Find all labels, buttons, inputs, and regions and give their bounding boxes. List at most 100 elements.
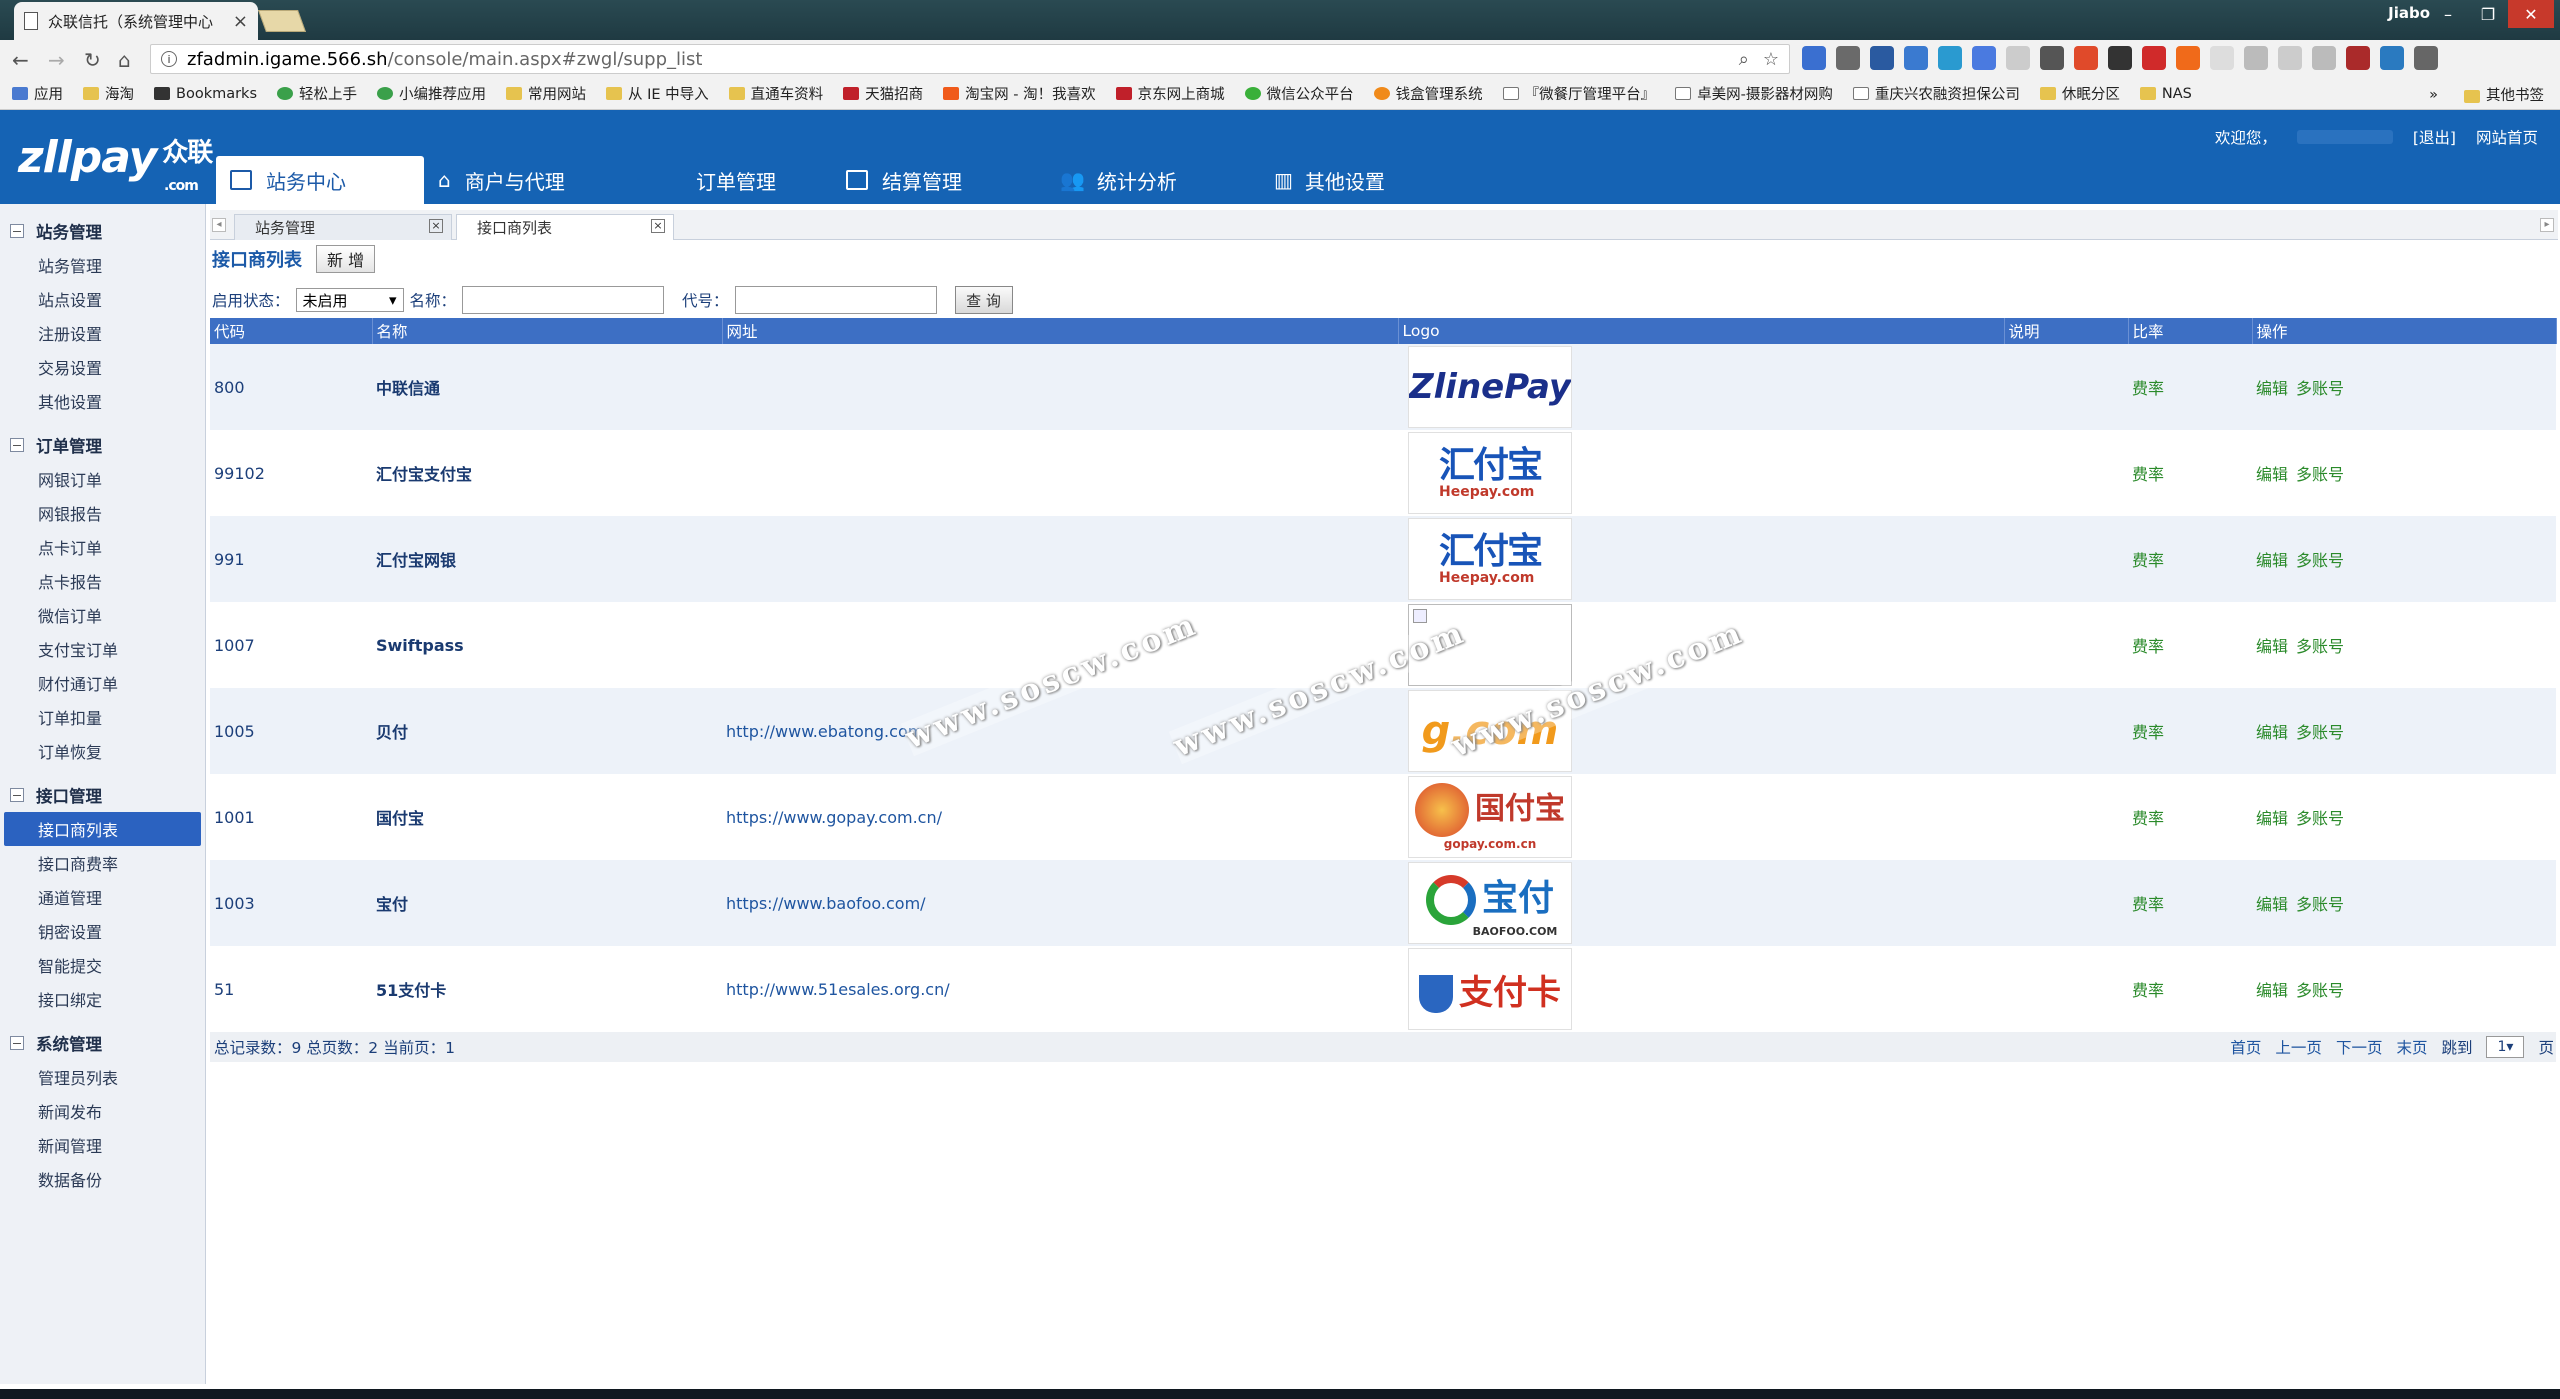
nav-tab-other-settings[interactable]: ▥ 其他设置 <box>1260 156 1470 204</box>
extension-icon[interactable] <box>1938 46 1962 70</box>
extension-icon[interactable] <box>2346 46 2370 70</box>
cell-url[interactable] <box>722 516 1398 602</box>
browser-tab[interactable]: 众联信托（系统管理中心 × <box>14 2 258 40</box>
menu-icon[interactable] <box>2414 46 2438 70</box>
extension-icon[interactable] <box>2244 46 2268 70</box>
bookmark-item[interactable]: 从 IE 中导入 <box>606 83 709 104</box>
content-tab-active[interactable]: 接口商列表 × <box>456 214 674 240</box>
sidebar-group-title[interactable]: 系统管理 <box>0 1026 205 1060</box>
edit-link[interactable]: 编辑 <box>2256 551 2288 570</box>
extension-icon[interactable] <box>1802 46 1826 70</box>
extension-icon[interactable] <box>2312 46 2336 70</box>
multi-account-link[interactable]: 多账号 <box>2296 551 2344 570</box>
sidebar-item[interactable]: 站点设置 <box>0 282 205 316</box>
nav-tab-station[interactable]: 站务中心 <box>216 156 424 204</box>
collapse-icon[interactable] <box>10 1036 24 1050</box>
multi-account-link[interactable]: 多账号 <box>2296 637 2344 656</box>
multi-account-link[interactable]: 多账号 <box>2296 723 2344 742</box>
bookmark-item[interactable]: Bookmarks <box>154 86 257 102</box>
edit-link[interactable]: 编辑 <box>2256 895 2288 914</box>
bookmark-item[interactable]: 直通车资料 <box>728 83 823 104</box>
info-icon[interactable]: i <box>161 51 177 67</box>
cell-url[interactable]: https://www.gopay.com.cn/ <box>722 774 1398 860</box>
tab-scroll-right-icon[interactable]: ▸ <box>2540 218 2554 232</box>
multi-account-link[interactable]: 多账号 <box>2296 379 2344 398</box>
multi-account-link[interactable]: 多账号 <box>2296 981 2344 1000</box>
cell-url[interactable] <box>722 344 1398 430</box>
rate-link[interactable]: 费率 <box>2128 860 2252 946</box>
bookmark-item[interactable]: 天猫招商 <box>843 83 923 104</box>
tab-scroll-left-icon[interactable]: ◂ <box>212 218 226 232</box>
page-select[interactable]: 1 ▾ <box>2486 1036 2525 1058</box>
bookmark-item[interactable]: 卓美网-摄影器材网购 <box>1675 83 1833 104</box>
sidebar-item[interactable]: 交易设置 <box>0 350 205 384</box>
sidebar-item[interactable]: 微信订单 <box>0 598 205 632</box>
sidebar-item[interactable]: 财付通订单 <box>0 666 205 700</box>
prev-page-link[interactable]: 上一页 <box>2275 1036 2322 1058</box>
extension-icon[interactable] <box>2278 46 2302 70</box>
extension-icon[interactable] <box>2108 46 2132 70</box>
bookmark-item[interactable]: 淘宝网 - 淘！我喜欢 <box>943 83 1096 104</box>
extension-icon[interactable] <box>2210 46 2234 70</box>
extension-icon[interactable] <box>1870 46 1894 70</box>
first-page-link[interactable]: 首页 <box>2230 1036 2261 1058</box>
sidebar-item[interactable]: 接口商费率 <box>0 846 205 880</box>
extension-icon[interactable] <box>1972 46 1996 70</box>
nav-tab-merchant[interactable]: ⌂ 商户与代理 <box>424 156 646 204</box>
zoom-icon[interactable]: ⌕ <box>1739 49 1749 70</box>
rate-link[interactable]: 费率 <box>2128 430 2252 516</box>
sidebar-item[interactable]: 支付宝订单 <box>0 632 205 666</box>
site-logo[interactable]: zllpay 众联 .com <box>18 132 213 194</box>
bookmarks-overflow[interactable]: » <box>2429 87 2438 103</box>
bookmark-item[interactable]: 常用网站 <box>506 83 586 104</box>
sidebar-item[interactable]: 注册设置 <box>0 316 205 350</box>
code-input[interactable] <box>734 286 937 314</box>
bookmark-item[interactable]: 『微餐厅管理平台』 <box>1502 83 1655 104</box>
sidebar-item[interactable]: 接口绑定 <box>0 982 205 1016</box>
last-page-link[interactable]: 末页 <box>2396 1036 2427 1058</box>
cell-url[interactable]: https://www.baofoo.com/ <box>722 860 1398 946</box>
other-bookmarks[interactable]: 其他书签 <box>2464 84 2544 105</box>
sidebar-item[interactable]: 钥密设置 <box>0 914 205 948</box>
sidebar-item[interactable]: 新闻发布 <box>0 1094 205 1128</box>
bookmark-item[interactable]: 小编推荐应用 <box>377 83 486 104</box>
restore-icon[interactable]: ❐ <box>2468 0 2508 28</box>
logout-link[interactable]: [退出] <box>2413 126 2456 148</box>
next-page-link[interactable]: 下一页 <box>2336 1036 2383 1058</box>
bookmark-item[interactable]: 休眠分区 <box>2039 83 2120 104</box>
multi-account-link[interactable]: 多账号 <box>2296 809 2344 828</box>
nav-tab-statistics[interactable]: 👥 统计分析 <box>1046 156 1260 204</box>
sidebar-item[interactable]: 订单扣量 <box>0 700 205 734</box>
sidebar-item[interactable]: 管理员列表 <box>0 1060 205 1094</box>
multi-account-link[interactable]: 多账号 <box>2296 895 2344 914</box>
new-tab-button[interactable] <box>257 10 307 32</box>
sidebar-item[interactable]: 通道管理 <box>0 880 205 914</box>
sidebar-group-title[interactable]: 站务管理 <box>0 214 205 248</box>
cell-url[interactable] <box>722 430 1398 516</box>
reload-icon[interactable]: ↻ <box>84 48 101 72</box>
sidebar-item[interactable]: 新闻管理 <box>0 1128 205 1162</box>
extension-icon[interactable] <box>2074 46 2098 70</box>
sidebar-item[interactable]: 智能提交 <box>0 948 205 982</box>
close-icon[interactable]: × <box>429 219 443 233</box>
status-select[interactable]: 未启用 ▾ <box>295 288 404 312</box>
add-button[interactable]: 新 增 <box>316 245 376 273</box>
bookmark-item[interactable]: NAS <box>2139 86 2192 102</box>
bookmark-item[interactable]: 应用 <box>12 83 63 104</box>
back-icon[interactable]: ← <box>12 48 29 72</box>
url-input[interactable]: i zfadmin.igame.566.sh /console/main.asp… <box>150 44 1790 74</box>
edit-link[interactable]: 编辑 <box>2256 723 2288 742</box>
edit-link[interactable]: 编辑 <box>2256 809 2288 828</box>
rate-link[interactable]: 费率 <box>2128 946 2252 1032</box>
edit-link[interactable]: 编辑 <box>2256 465 2288 484</box>
home-icon[interactable]: ⌂ <box>118 48 131 72</box>
sidebar-item[interactable]: 网银报告 <box>0 496 205 530</box>
minimize-icon[interactable]: – <box>2428 0 2468 28</box>
name-input[interactable] <box>462 286 665 314</box>
extension-icon[interactable] <box>1904 46 1928 70</box>
query-button[interactable]: 查 询 <box>954 286 1013 314</box>
sidebar-group-title[interactable]: 订单管理 <box>0 428 205 462</box>
sidebar-item[interactable]: 订单恢复 <box>0 734 205 768</box>
cell-url[interactable]: http://www.51esales.org.cn/ <box>722 946 1398 1032</box>
bookmark-item[interactable]: 重庆兴农融资担保公司 <box>1852 83 2020 104</box>
